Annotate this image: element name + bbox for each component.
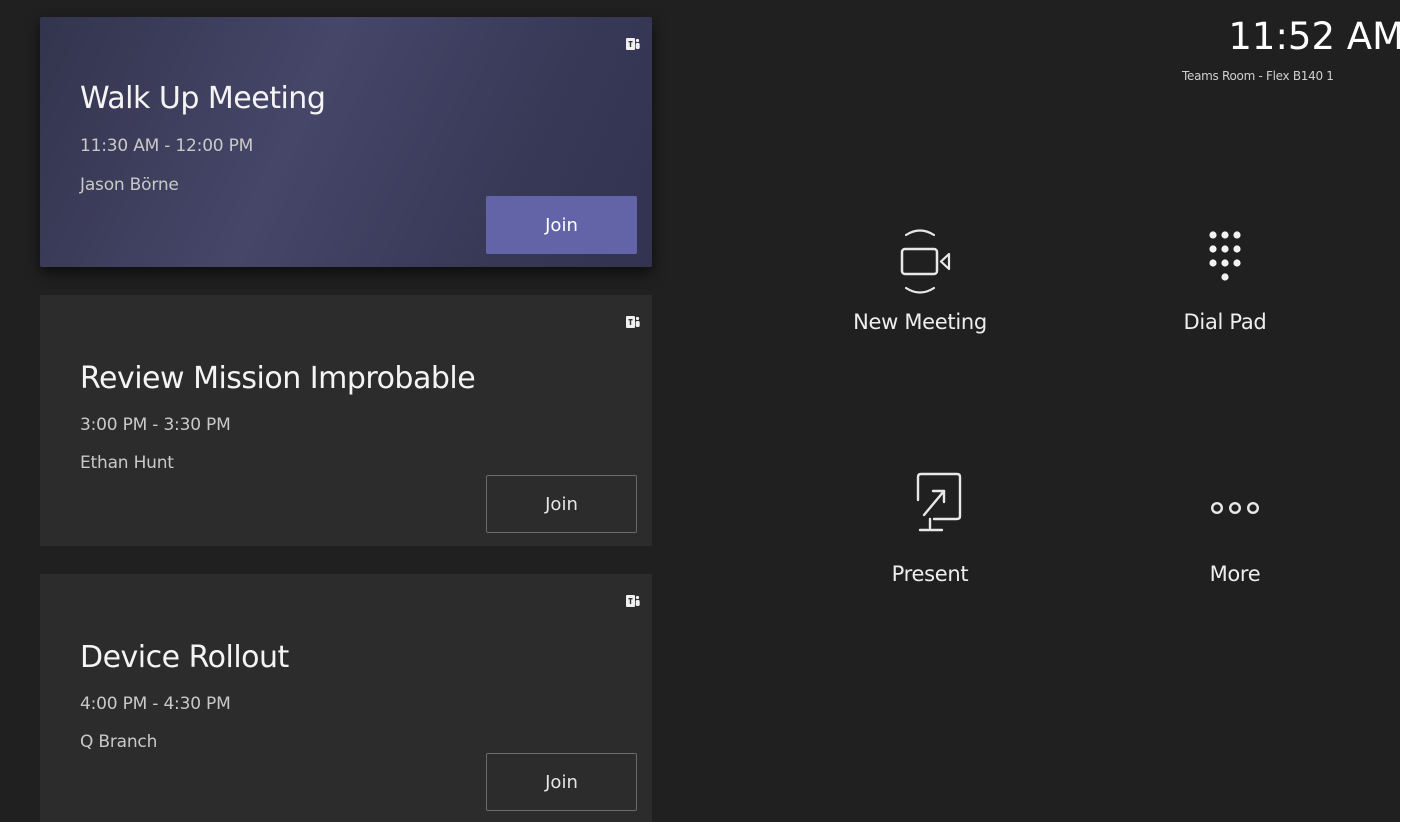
teams-room-home-screen: Walk Up Meeting 11:30 AM - 12:00 PM Jaso… (0, 0, 1400, 822)
more-dots-icon (1211, 502, 1260, 515)
join-button[interactable]: Join (486, 196, 637, 254)
meeting-organizer: Jason Börne (80, 175, 179, 195)
present-button[interactable]: Present (810, 468, 1050, 586)
meeting-card-walk-up-meeting[interactable]: Walk Up Meeting 11:30 AM - 12:00 PM Jaso… (40, 17, 652, 267)
meeting-organizer: Q Branch (80, 732, 158, 752)
teams-icon (626, 316, 640, 328)
action-label: Dial Pad (1183, 310, 1267, 334)
meeting-card-device-rollout[interactable]: Device Rollout 4:00 PM - 4:30 PM Q Branc… (40, 574, 652, 822)
meeting-title: Review Mission Improbable (80, 361, 476, 396)
dial-pad-icon (1209, 231, 1241, 281)
join-button[interactable]: Join (486, 753, 637, 811)
more-button[interactable]: More (1115, 468, 1355, 586)
meeting-card-review-mission-improbable[interactable]: Review Mission Improbable 3:00 PM - 3:30… (40, 295, 652, 546)
join-button[interactable]: Join (486, 475, 637, 533)
meeting-title: Walk Up Meeting (80, 81, 326, 116)
meeting-title: Device Rollout (80, 640, 289, 675)
present-screen-icon (916, 472, 962, 532)
teams-icon (626, 595, 640, 607)
meeting-time: 4:00 PM - 4:30 PM (80, 694, 231, 714)
action-label: More (1209, 562, 1261, 586)
teams-icon (626, 38, 640, 50)
meeting-time: 3:00 PM - 3:30 PM (80, 415, 231, 435)
dial-pad-button[interactable]: Dial Pad (1105, 220, 1345, 334)
new-meeting-button[interactable]: New Meeting (800, 220, 1040, 334)
room-name: Teams Room - Flex B140 1 (1182, 69, 1334, 83)
video-camera-icon (900, 229, 951, 294)
meeting-time: 11:30 AM - 12:00 PM (80, 136, 254, 156)
meeting-organizer: Ethan Hunt (80, 453, 174, 473)
action-label: New Meeting (853, 310, 987, 334)
clock: 11:52 AM (1228, 15, 1400, 58)
action-label: Present (891, 562, 969, 586)
